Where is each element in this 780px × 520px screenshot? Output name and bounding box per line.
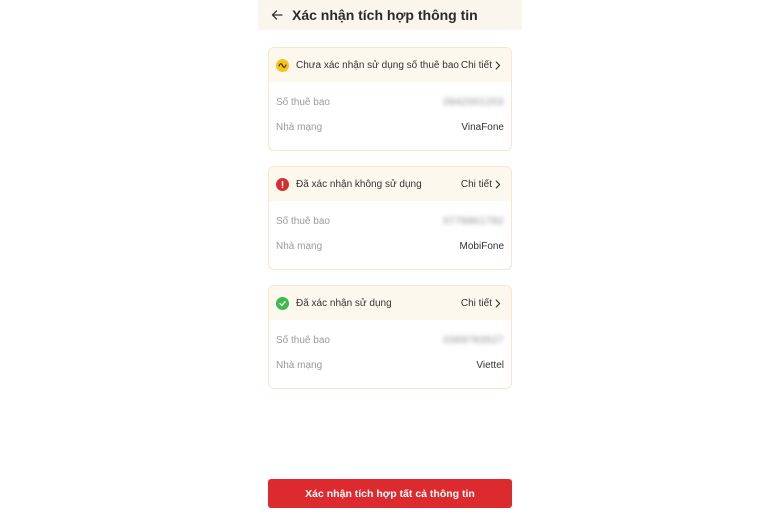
back-button[interactable] (268, 6, 286, 24)
chevron-right-icon (495, 60, 501, 70)
detail-link[interactable]: Chi tiết (461, 60, 501, 71)
subscriber-row: Số thuê bao 0778861782 (269, 209, 511, 234)
subscriber-row: Số thuê bao 0369783527 (269, 328, 511, 353)
subscriber-card-2: Đã xác nhận không sử dụng Chi tiết Số th… (268, 166, 512, 270)
subscriber-number: 0778861782 (443, 216, 504, 227)
status-label: Đã xác nhận sử dụng (296, 297, 392, 309)
subscriber-row: Số thuê bao 0942001203 (269, 90, 511, 115)
chevron-right-icon (495, 179, 501, 189)
subscriber-label: Số thuê bao (276, 335, 330, 346)
page-title: Xác nhận tích hợp thông tin (292, 7, 478, 23)
carrier-name: Viettel (476, 360, 504, 371)
subscriber-card-1: Chưa xác nhận sử dụng số thuê bao Chi ti… (268, 47, 512, 151)
subscriber-label: Số thuê bao (276, 97, 330, 108)
card-header[interactable]: Đã xác nhận sử dụng Chi tiết (269, 286, 511, 320)
pending-wave-icon (276, 58, 289, 72)
carrier-row: Nhà mạng Viettel (269, 353, 511, 378)
confirm-all-button[interactable]: Xác nhận tích hợp tất cả thông tin (268, 479, 512, 508)
screen: Xác nhận tích hợp thông tin Chưa xác nhậ… (0, 0, 780, 520)
carrier-row: Nhà mạng VinaFone (269, 115, 511, 140)
subscriber-label: Số thuê bao (276, 216, 330, 227)
carrier-name: MobiFone (459, 241, 504, 252)
detail-label: Chi tiết (460, 178, 492, 190)
card-header[interactable]: Chưa xác nhận sử dụng số thuê bao Chi ti… (269, 48, 511, 82)
carrier-name: VinaFone (461, 122, 504, 133)
detail-link[interactable]: Chi tiết (461, 298, 501, 309)
status-label: Chưa xác nhận sử dụng số thuê bao (296, 59, 459, 71)
detail-link[interactable]: Chi tiết (461, 179, 501, 190)
app-bar: Xác nhận tích hợp thông tin (258, 0, 522, 30)
carrier-label: Nhà mạng (276, 122, 323, 133)
carrier-row: Nhà mạng MobiFone (269, 234, 511, 259)
subscriber-card-3: Đã xác nhận sử dụng Chi tiết Số thuê bao… (268, 285, 512, 389)
carrier-label: Nhà mạng (276, 241, 323, 252)
card-header[interactable]: Đã xác nhận không sử dụng Chi tiết (269, 167, 511, 201)
subscriber-number: 0369783527 (443, 335, 504, 346)
arrow-left-icon (271, 10, 283, 20)
error-exclamation-icon (276, 177, 289, 191)
check-circle-icon (276, 296, 289, 310)
detail-label: Chi tiết (460, 297, 492, 309)
status-label: Đã xác nhận không sử dụng (296, 178, 422, 190)
carrier-label: Nhà mạng (276, 360, 323, 371)
subscriber-number: 0942001203 (443, 97, 504, 108)
detail-label: Chi tiết (460, 59, 492, 71)
chevron-right-icon (495, 298, 501, 308)
